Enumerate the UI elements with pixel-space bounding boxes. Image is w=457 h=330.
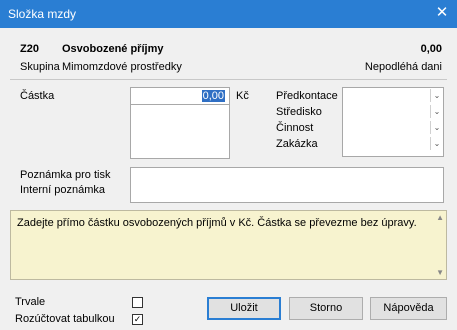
- help-button[interactable]: Nápověda: [370, 297, 447, 320]
- stredisko-label: Středisko: [276, 106, 322, 118]
- table-allocation-checkbox[interactable]: ✓: [132, 314, 143, 325]
- table-allocation-label: Rozúčtovat tabulkou: [15, 313, 115, 325]
- window-title: Složka mzdy: [8, 7, 77, 21]
- item-amount: 0,00: [420, 43, 442, 55]
- predkontace-label: Předkontace: [276, 90, 338, 102]
- item-code: Z20: [20, 43, 39, 55]
- scroll-up-icon[interactable]: ▲: [436, 213, 444, 222]
- print-note-label: Poznámka pro tisk: [20, 169, 111, 181]
- zakazka-label: Zakázka: [276, 138, 318, 150]
- tax-status: Nepodléhá dani: [364, 61, 442, 73]
- group-label: Skupina: [20, 61, 60, 73]
- notes-input[interactable]: [130, 167, 444, 203]
- close-icon[interactable]: ✕: [427, 0, 457, 28]
- internal-note-label: Interní poznámka: [20, 184, 105, 196]
- info-box: Zadejte přímo částku osvobozených příjmů…: [10, 210, 447, 280]
- amount-value: 0,00: [201, 90, 225, 102]
- chevron-down-icon[interactable]: ⌄: [430, 105, 443, 118]
- group-value: Mimomzdové prostředky: [62, 61, 182, 73]
- cinnost-label: Činnost: [276, 122, 314, 134]
- title-bar: Složka mzdy ✕: [0, 0, 457, 28]
- permanent-label: Trvale: [15, 296, 46, 308]
- currency-label: Kč: [236, 90, 249, 102]
- amount-label: Částka: [20, 90, 55, 102]
- chevron-down-icon[interactable]: ⌄: [430, 121, 443, 134]
- header-divider: [10, 79, 447, 80]
- save-button[interactable]: Uložit: [207, 297, 281, 320]
- chevron-down-icon[interactable]: ⌄: [430, 137, 443, 150]
- accounting-combos: ⌄ ⌄ ⌄ ⌄: [342, 87, 444, 157]
- amount-input[interactable]: 0,00: [130, 87, 230, 105]
- chevron-down-icon[interactable]: ⌄: [430, 89, 443, 102]
- scroll-down-icon[interactable]: ▼: [436, 268, 444, 277]
- item-name: Osvobozené příjmy: [62, 43, 164, 55]
- cancel-button[interactable]: Storno: [289, 297, 363, 320]
- info-text: Zadejte přímo částku osvobozených příjmů…: [17, 217, 417, 229]
- permanent-checkbox[interactable]: [132, 297, 143, 308]
- amount-panel: [130, 104, 230, 159]
